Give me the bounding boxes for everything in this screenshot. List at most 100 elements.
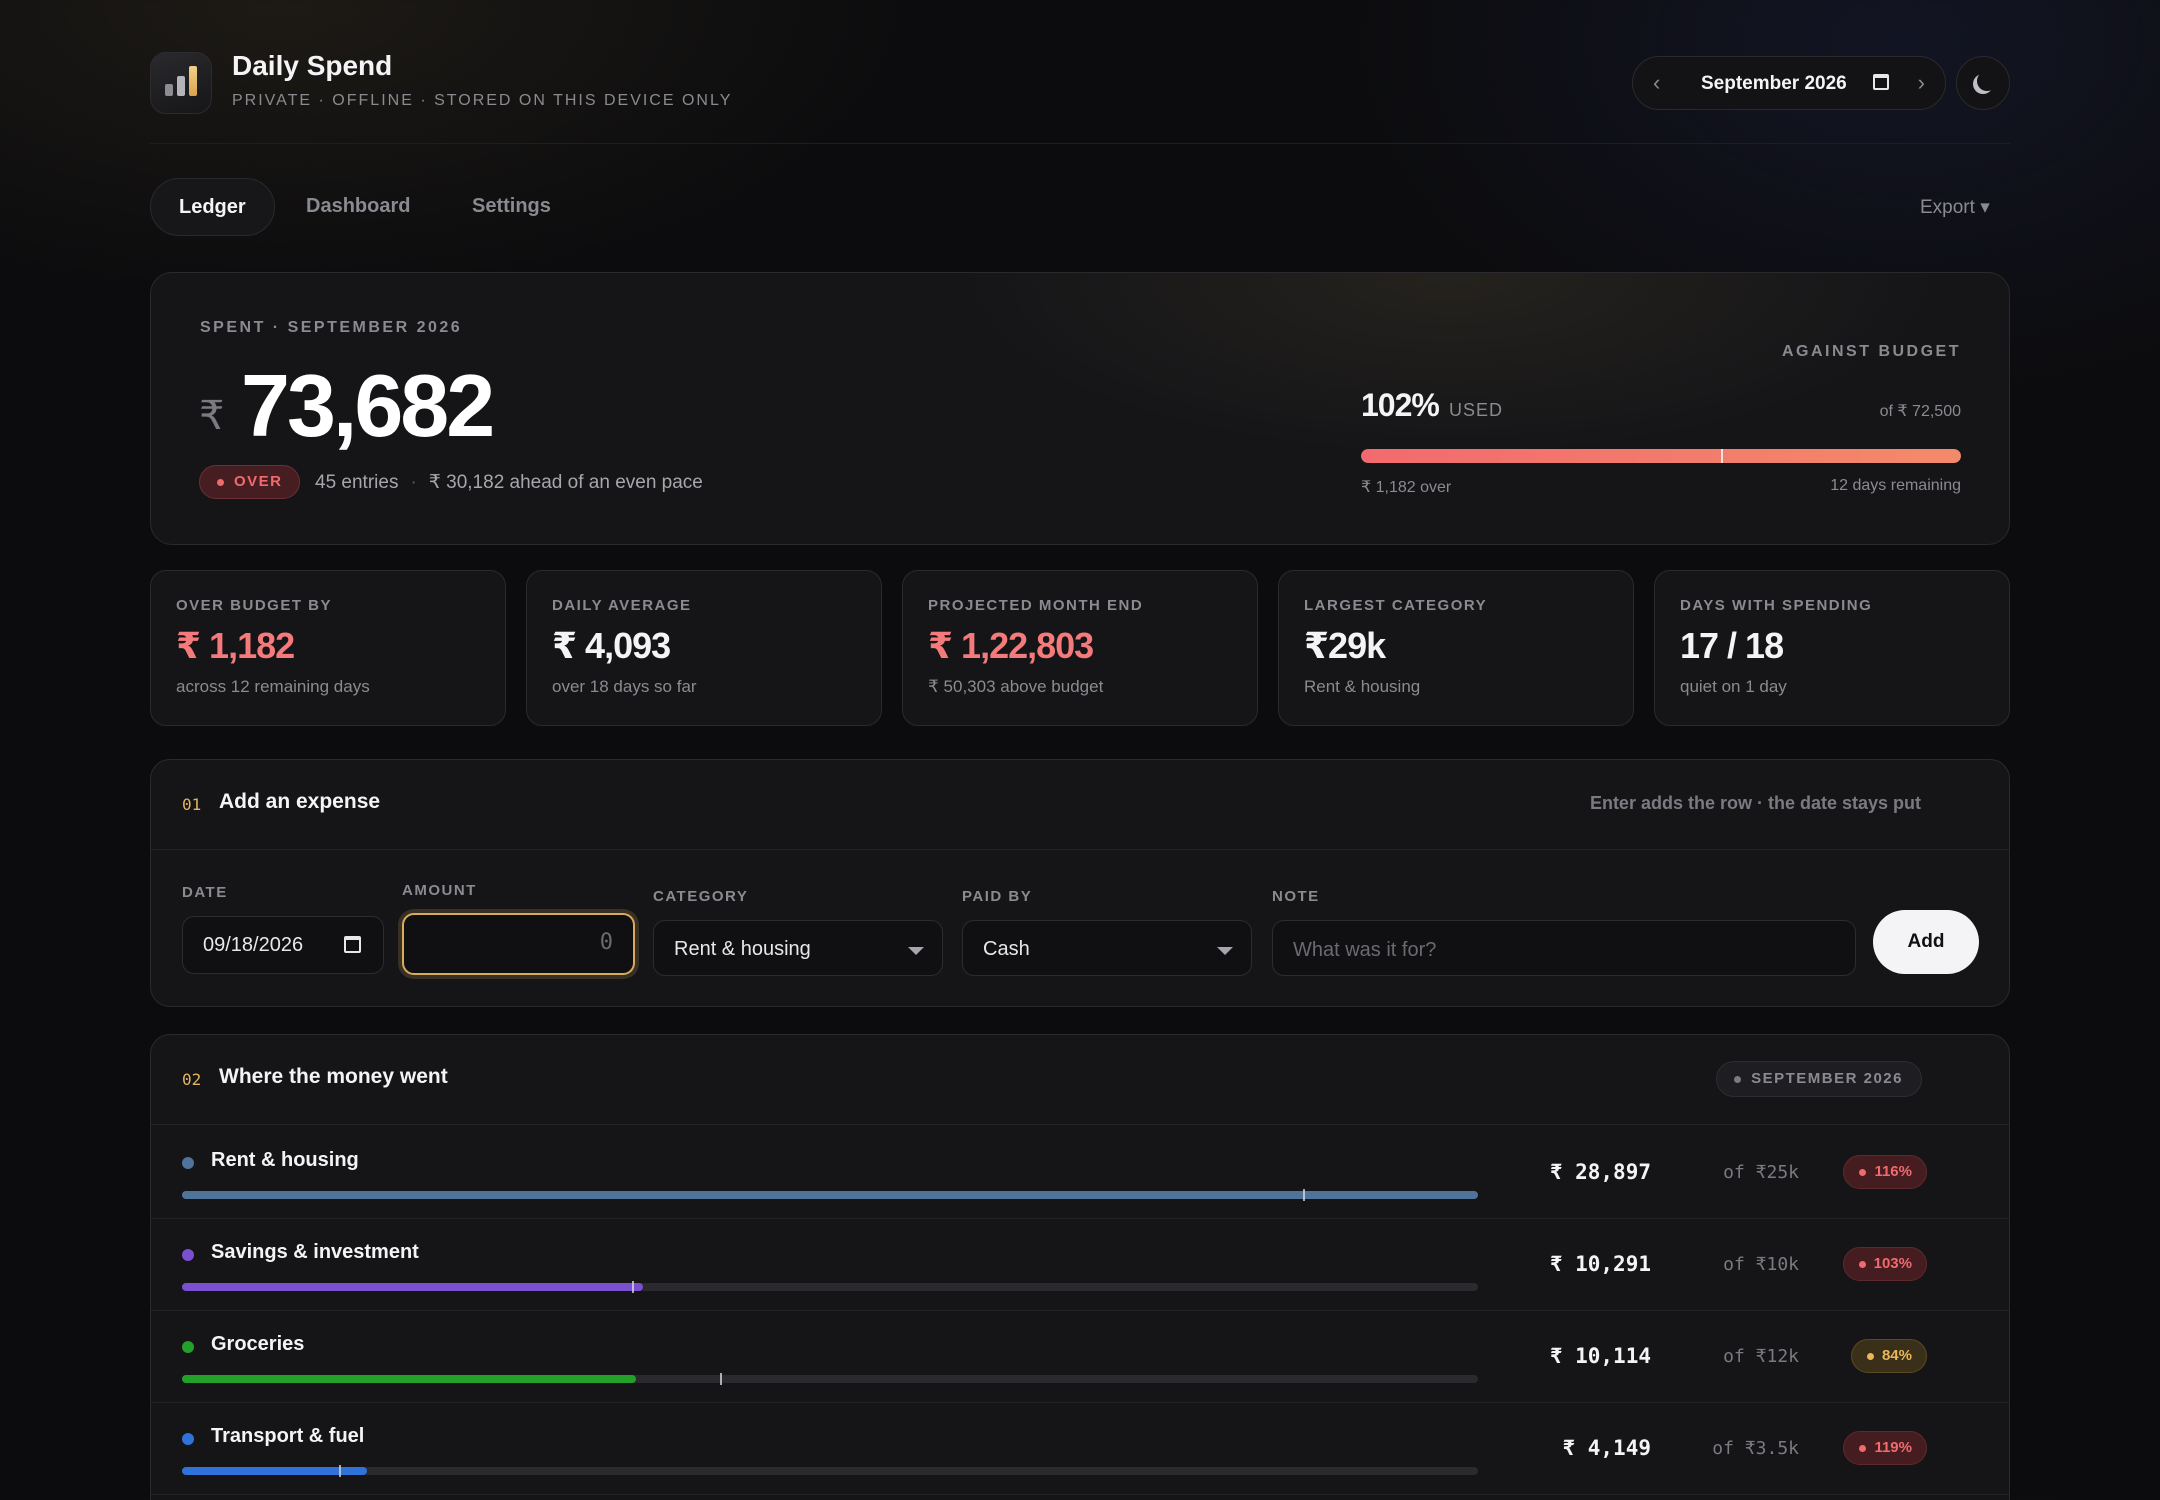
category-pace-marker xyxy=(339,1465,341,1477)
amount-label: AMOUNT xyxy=(402,882,477,899)
stat-card-daily-average: DAILY AVERAGE ₹ 4,093 over 18 days so fa… xyxy=(526,570,882,726)
category-percent-badge: 119% xyxy=(1843,1431,1927,1465)
stat-value: ₹ 1,22,803 xyxy=(928,625,1094,666)
stat-sub: over 18 days so far xyxy=(552,677,697,696)
theme-toggle-button[interactable] xyxy=(1956,56,2010,110)
paid-by-label: PAID BY xyxy=(962,888,1033,905)
paid-by-select[interactable]: Cash xyxy=(962,920,1252,976)
note-field[interactable]: What was it for? xyxy=(1272,920,1856,976)
bar-chart-icon xyxy=(150,52,212,114)
section-number: 02 xyxy=(182,1070,202,1089)
stat-sub: Rent & housing xyxy=(1304,677,1421,696)
stat-label: PROJECTED MONTH END xyxy=(928,597,1144,614)
stat-label: DAILY AVERAGE xyxy=(552,597,692,614)
panel-header: 02 Where the money went SEPTEMBER 2026 xyxy=(151,1035,2009,1125)
stat-sub: across 12 remaining days xyxy=(176,677,370,696)
category-row[interactable]: Groceries ₹ 10,114 of ₹12k 84% xyxy=(151,1311,2009,1403)
category-pace-marker xyxy=(1303,1189,1305,1201)
tab-ledger[interactable]: Ledger xyxy=(150,178,275,236)
category-row[interactable]: Savings & investment ₹ 10,291 of ₹10k 103% xyxy=(151,1219,2009,1311)
chevron-left-icon[interactable]: ‹ xyxy=(1653,70,1660,96)
category-percent-badge: 84% xyxy=(1850,1339,1927,1373)
budget-over-amount: ₹ 1,182 over xyxy=(1361,479,1452,496)
add-button[interactable]: Add xyxy=(1873,910,1979,974)
stat-label: OVER BUDGET BY xyxy=(176,597,333,614)
stat-label: DAYS WITH SPENDING xyxy=(1680,597,1873,614)
category-amount: ₹ 4,149 xyxy=(1562,1436,1651,1460)
category-budget: of ₹25k xyxy=(1723,1162,1799,1183)
category-progress-fill xyxy=(182,1283,643,1291)
category-percent-badge: 116% xyxy=(1843,1155,1927,1189)
category-name: Rent & housing xyxy=(211,1149,359,1171)
budget-percent: 102% xyxy=(1361,387,1440,423)
category-name: Savings & investment xyxy=(211,1241,419,1263)
category-progress-bar xyxy=(182,1189,1478,1201)
category-budget: of ₹3.5k xyxy=(1712,1438,1799,1459)
date-value: 09/18/2026 xyxy=(203,934,304,956)
budget-pace-marker xyxy=(1721,449,1723,463)
category-amount: ₹ 10,291 xyxy=(1549,1252,1651,1276)
export-button[interactable]: Export ▾ xyxy=(1920,196,1990,219)
amount-placeholder: 0 xyxy=(599,930,613,955)
total-spent: 73,682 xyxy=(241,356,495,455)
budget-total: of ₹ 72,500 xyxy=(1879,403,1961,420)
chevron-down-icon xyxy=(908,947,924,955)
category-amount: ₹ 10,114 xyxy=(1549,1344,1651,1368)
app-subtitle: PRIVATE · OFFLINE · STORED ON THIS DEVIC… xyxy=(232,92,733,109)
stat-card-largest-category: LARGEST CATEGORY ₹29k Rent & housing xyxy=(1278,570,1634,726)
note-label: NOTE xyxy=(1272,888,1320,905)
date-label: DATE xyxy=(182,884,228,901)
stat-sub: ₹ 50,303 above budget xyxy=(928,677,1104,696)
stat-value: ₹ 1,182 xyxy=(176,625,295,666)
stat-label: LARGEST CATEGORY xyxy=(1304,597,1488,614)
app-title: Daily Spend xyxy=(232,50,393,81)
stat-value: ₹29k xyxy=(1304,625,1386,666)
category-select[interactable]: Rent & housing xyxy=(653,920,943,976)
add-expense-panel: 01 Add an expense Enter adds the row · t… xyxy=(150,759,2010,1007)
stat-cards: OVER BUDGET BY ₹ 1,182 across 12 remaini… xyxy=(150,570,2010,726)
budget-progress-fill xyxy=(1361,449,1961,463)
category-progress-fill xyxy=(182,1191,1478,1199)
entries-count: 45 entries xyxy=(315,472,399,493)
date-field[interactable]: 09/18/2026 xyxy=(182,916,384,974)
category-color-dot xyxy=(182,1249,194,1261)
category-progress-fill xyxy=(182,1375,636,1383)
section-number: 01 xyxy=(182,795,202,814)
category-row[interactable]: Rent & housing ₹ 28,897 of ₹25k 116% xyxy=(151,1127,2009,1219)
spend-summary-card: SPENT · SEPTEMBER 2026 ₹ 73,682 OVER 45 … xyxy=(150,272,2010,545)
calendar-icon[interactable] xyxy=(1873,74,1889,90)
pace-text: ₹ 30,182 ahead of an even pace xyxy=(428,472,703,493)
paid-by-value: Cash xyxy=(983,938,1030,960)
category-name: Transport & fuel xyxy=(211,1425,365,1447)
category-color-dot xyxy=(182,1433,194,1445)
stat-card-projected: PROJECTED MONTH END ₹ 1,22,803 ₹ 50,303 … xyxy=(902,570,1258,726)
summary-meta: 45 entries · ₹ 30,182 ahead of an even pac… xyxy=(315,471,703,494)
note-placeholder: What was it for? xyxy=(1293,939,1437,961)
category-row[interactable]: Transport & fuel ₹ 4,149 of ₹3.5k 119% xyxy=(151,1403,2009,1495)
budget-used-label: USED xyxy=(1449,400,1504,420)
currency-symbol: ₹ xyxy=(199,394,225,438)
month-tag: SEPTEMBER 2026 xyxy=(1716,1061,1922,1097)
category-value: Rent & housing xyxy=(674,938,811,960)
chevron-down-icon xyxy=(1217,947,1233,955)
category-amount: ₹ 28,897 xyxy=(1549,1160,1651,1184)
category-progress-bar xyxy=(182,1373,1478,1385)
calendar-icon[interactable] xyxy=(344,936,361,953)
category-pace-marker xyxy=(632,1281,634,1293)
stat-sub: quiet on 1 day xyxy=(1680,677,1787,696)
amount-field[interactable]: 0 xyxy=(402,913,635,975)
chevron-right-icon[interactable]: › xyxy=(1918,70,1925,96)
category-color-dot xyxy=(182,1157,194,1169)
budget-kicker: AGAINST BUDGET xyxy=(1782,343,1961,360)
tab-settings[interactable]: Settings xyxy=(472,178,551,236)
section-title: Where the money went xyxy=(219,1065,448,1088)
month-picker[interactable]: ‹ September 2026 › xyxy=(1632,56,1946,110)
summary-kicker: SPENT · SEPTEMBER 2026 xyxy=(200,319,463,336)
categories-panel: 02 Where the money went SEPTEMBER 2026 R… xyxy=(150,1034,2010,1500)
month-label[interactable]: September 2026 xyxy=(1701,73,1847,95)
section-title: Add an expense xyxy=(219,790,381,813)
stat-value: 17 / 18 xyxy=(1680,625,1784,666)
category-progress-bar xyxy=(182,1465,1478,1477)
panel-header: 01 Add an expense Enter adds the row · t… xyxy=(151,760,2009,850)
tab-dashboard[interactable]: Dashboard xyxy=(306,178,410,236)
